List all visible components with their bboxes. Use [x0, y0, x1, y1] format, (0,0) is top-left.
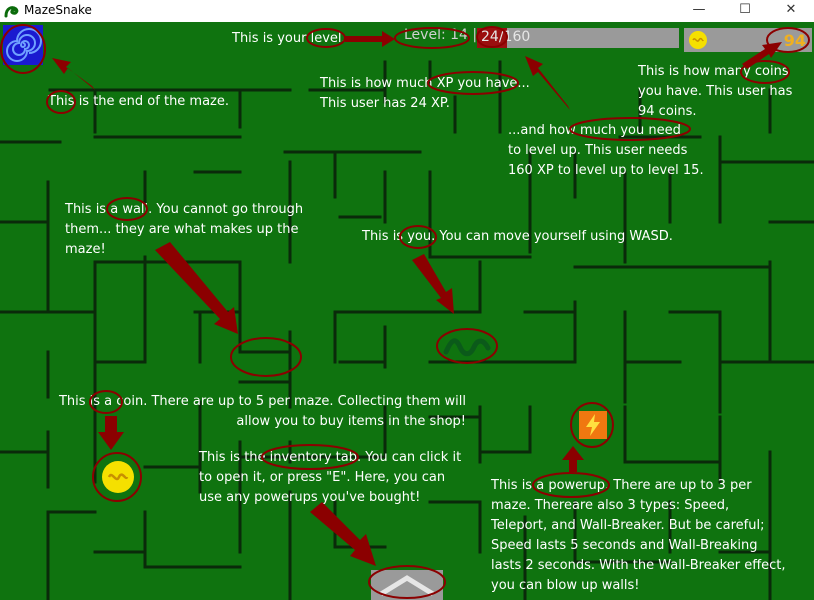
annotation-coins: This is how many coins you have. This us… — [638, 64, 793, 119]
annotation-inventory: This is the inventory tab. You can click… — [199, 450, 462, 505]
window-title: MazeSnake — [24, 3, 92, 17]
annotation-player: This is you. You can move yourself using… — [362, 229, 673, 244]
coin-counter: 94 — [684, 28, 812, 52]
annotation-xp-need: ...and how much you need to level up. Th… — [508, 123, 704, 178]
snake-app-icon — [4, 6, 19, 18]
annotation-level: This is your level. — [232, 31, 346, 46]
maze-exit-portal-icon — [3, 25, 43, 65]
xp-text: 24/160 — [481, 29, 531, 45]
annotation-powerup: This is a powerup. There are up to 3 per… — [491, 478, 786, 593]
annotation-maze-end: This is the end of the maze. — [48, 94, 230, 109]
coin-pickup-icon — [102, 461, 134, 493]
window-titlebar: MazeSnake — ☐ ✕ — [0, 0, 814, 22]
annotation-coin: This is a coin. There are up to 5 per ma… — [58, 394, 466, 429]
level-indicator: Level: 14 | — [404, 27, 478, 43]
xp-progress-bar: 24/160 — [477, 28, 679, 48]
game-area[interactable]: Level: 14 | 24/160 94 This is your level… — [0, 22, 814, 600]
inventory-tab[interactable] — [371, 570, 443, 600]
minimize-button[interactable]: — — [676, 0, 722, 22]
chevron-up-icon — [379, 575, 435, 597]
close-button[interactable]: ✕ — [768, 0, 814, 22]
coin-count: 94 — [783, 31, 806, 50]
maximize-button[interactable]: ☐ — [722, 0, 768, 22]
player-snake — [443, 338, 491, 357]
lightning-powerup-icon — [579, 411, 607, 439]
coin-icon — [689, 31, 707, 49]
annotation-wall: This is a wall. You cannot go through th… — [65, 202, 304, 257]
annotation-xp-have: This is how much XP you have... This use… — [320, 76, 530, 111]
